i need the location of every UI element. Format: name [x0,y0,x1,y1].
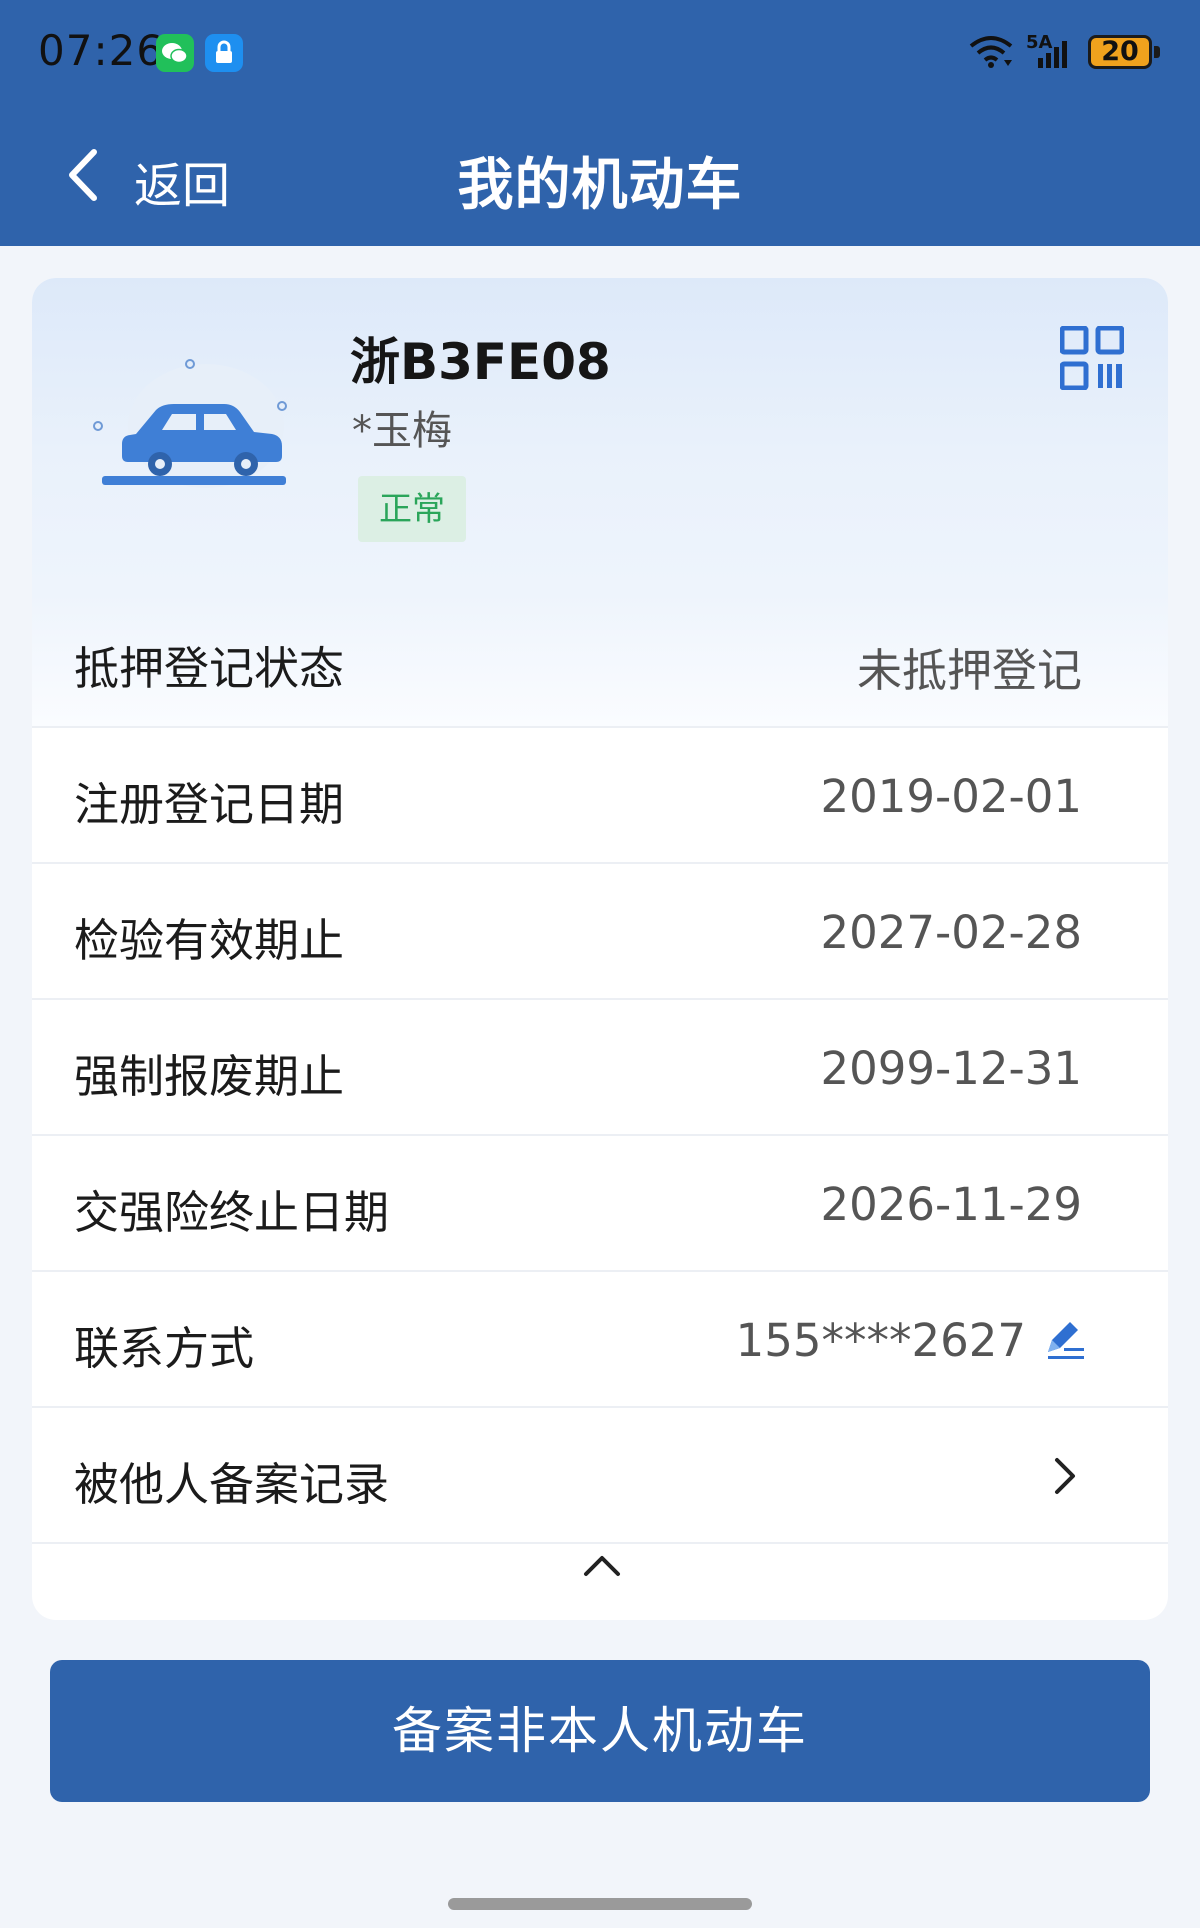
file-other-vehicle-button[interactable]: 备案非本人机动车 [50,1660,1150,1802]
row-label: 交强险终止日期 [74,1186,390,1239]
contact-phone: 155****2627 [735,1314,1026,1367]
plate-number: 浙B3FE08 [350,333,611,391]
row-contact[interactable]: 联系方式 155****2627 [32,1272,1168,1408]
row-registration-date: 注册登记日期 2019-02-01 [32,728,1168,864]
row-label: 强制报废期止 [74,1050,345,1103]
row-value: 2019-02-01 [820,770,1082,823]
row-value: 2099-12-31 [820,1042,1082,1095]
chevron-up-icon [584,1556,620,1576]
battery-icon: 20 [1088,35,1152,69]
lock-app-icon [205,34,243,72]
row-value: 未抵押登记 [856,644,1082,697]
nav-bar: 返回 我的机动车 [0,104,1200,246]
row-inspection-expiry: 检验有效期止 2027-02-28 [32,864,1168,1000]
vehicle-summary: 浙B3FE08 *玉梅 正常 [32,278,1168,594]
row-scrap-deadline: 强制报废期止 2099-12-31 [32,1000,1168,1136]
chevron-right-icon [1055,1458,1075,1494]
vehicle-info-list: 抵押登记状态 未抵押登记 注册登记日期 2019-02-01 检验有效期止 20… [32,592,1168,1544]
row-value: 2026-11-29 [820,1178,1082,1231]
battery-level: 20 [1101,36,1139,67]
collapse-toggle[interactable] [32,1530,1168,1620]
battery-cap [1154,46,1160,58]
status-time: 07:26 [38,26,165,75]
vehicle-card: 浙B3FE08 *玉梅 正常 抵押登记状态 未抵押登记 注册登记日期 2019-… [32,278,1168,1620]
home-indicator[interactable] [448,1898,752,1910]
car-icon [93,359,287,488]
wifi-icon [969,36,1013,68]
owner-name: *玉梅 [352,408,452,454]
row-mortgage-status: 抵押登记状态 未抵押登记 [32,592,1168,728]
row-label: 抵押登记状态 [74,642,345,695]
row-label: 联系方式 [74,1322,255,1375]
row-filing-records[interactable]: 被他人备案记录 [32,1408,1168,1544]
wechat-icon [156,34,194,72]
row-insurance-expiry: 交强险终止日期 2026-11-29 [32,1136,1168,1272]
row-label: 检验有效期止 [74,914,345,967]
status-bar: 07:26 5A 20 [0,0,1200,104]
signal-icon [1038,41,1067,68]
edit-icon[interactable] [1042,1316,1088,1362]
status-badge: 正常 [358,476,466,542]
page-title: 我的机动车 [457,153,743,218]
qr-code-icon[interactable] [1060,326,1124,390]
row-label: 被他人备案记录 [74,1458,390,1511]
row-label: 注册登记日期 [74,778,345,831]
header-bar: 07:26 5A 20 返回 我的机动车 [0,0,1200,246]
row-value: 2027-02-28 [820,906,1082,959]
